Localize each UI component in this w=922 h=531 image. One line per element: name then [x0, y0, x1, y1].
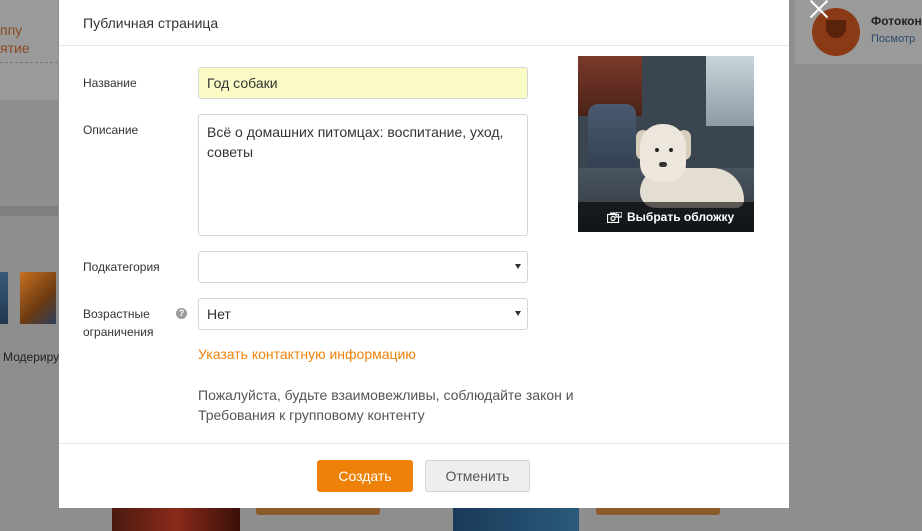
age-restriction-label: Возрастные ограничения: [83, 307, 154, 339]
name-input[interactable]: Год собаки: [198, 67, 528, 99]
help-icon[interactable]: ?: [176, 308, 187, 319]
background-right-title: Фотокон: [871, 14, 922, 28]
background-left-link-2: ятие: [0, 40, 30, 56]
description-label: Описание: [83, 123, 139, 137]
chevron-down-icon: [515, 264, 521, 269]
background-left-link: ппу: [0, 22, 23, 38]
close-icon[interactable]: [808, 0, 830, 20]
choose-cover-button[interactable]: Выбрать обложку: [578, 202, 754, 232]
chevron-down-icon: [515, 311, 521, 316]
background-band: [0, 206, 58, 216]
dialog-title: Публичная страница: [59, 0, 789, 46]
background-button: [596, 508, 720, 515]
subcategory-label: Подкатегория: [83, 260, 160, 274]
contact-info-link[interactable]: Указать контактную информацию: [198, 346, 416, 362]
background-thumbnail: [20, 272, 56, 324]
background-right-subtitle: Посмотр: [871, 33, 916, 45]
age-restriction-value: Нет: [207, 306, 231, 322]
create-button[interactable]: Создать: [317, 460, 413, 492]
background-thumbnail: [0, 272, 8, 324]
subcategory-select[interactable]: [198, 251, 528, 283]
background-button: [256, 508, 380, 515]
background-image: [112, 508, 240, 531]
camera-icon: [607, 212, 622, 223]
cancel-button[interactable]: Отменить: [425, 460, 530, 492]
background-divider: [0, 62, 58, 63]
footer-divider: [59, 443, 789, 444]
cover-dog-eye: [669, 148, 673, 152]
cover-window: [706, 56, 754, 126]
cover-dog-nose: [659, 162, 667, 167]
rules-notice: Пожалуйста, будьте взаимовежливы, соблюд…: [198, 387, 574, 423]
cover-dog-eye: [655, 148, 659, 152]
name-label: Название: [83, 76, 137, 90]
description-textarea[interactable]: Всё о домашних питомцах: воспитание, ухо…: [198, 114, 528, 236]
cover-image[interactable]: Выбрать обложку: [578, 56, 754, 232]
background-moderate-text: Модериру: [3, 350, 60, 364]
choose-cover-label: Выбрать обложку: [627, 210, 735, 224]
create-page-dialog: Публичная страница Название Год собаки О…: [59, 0, 789, 508]
cover-dog-head: [640, 124, 686, 182]
age-restriction-select[interactable]: Нет: [198, 298, 528, 330]
background-image: [453, 508, 579, 531]
